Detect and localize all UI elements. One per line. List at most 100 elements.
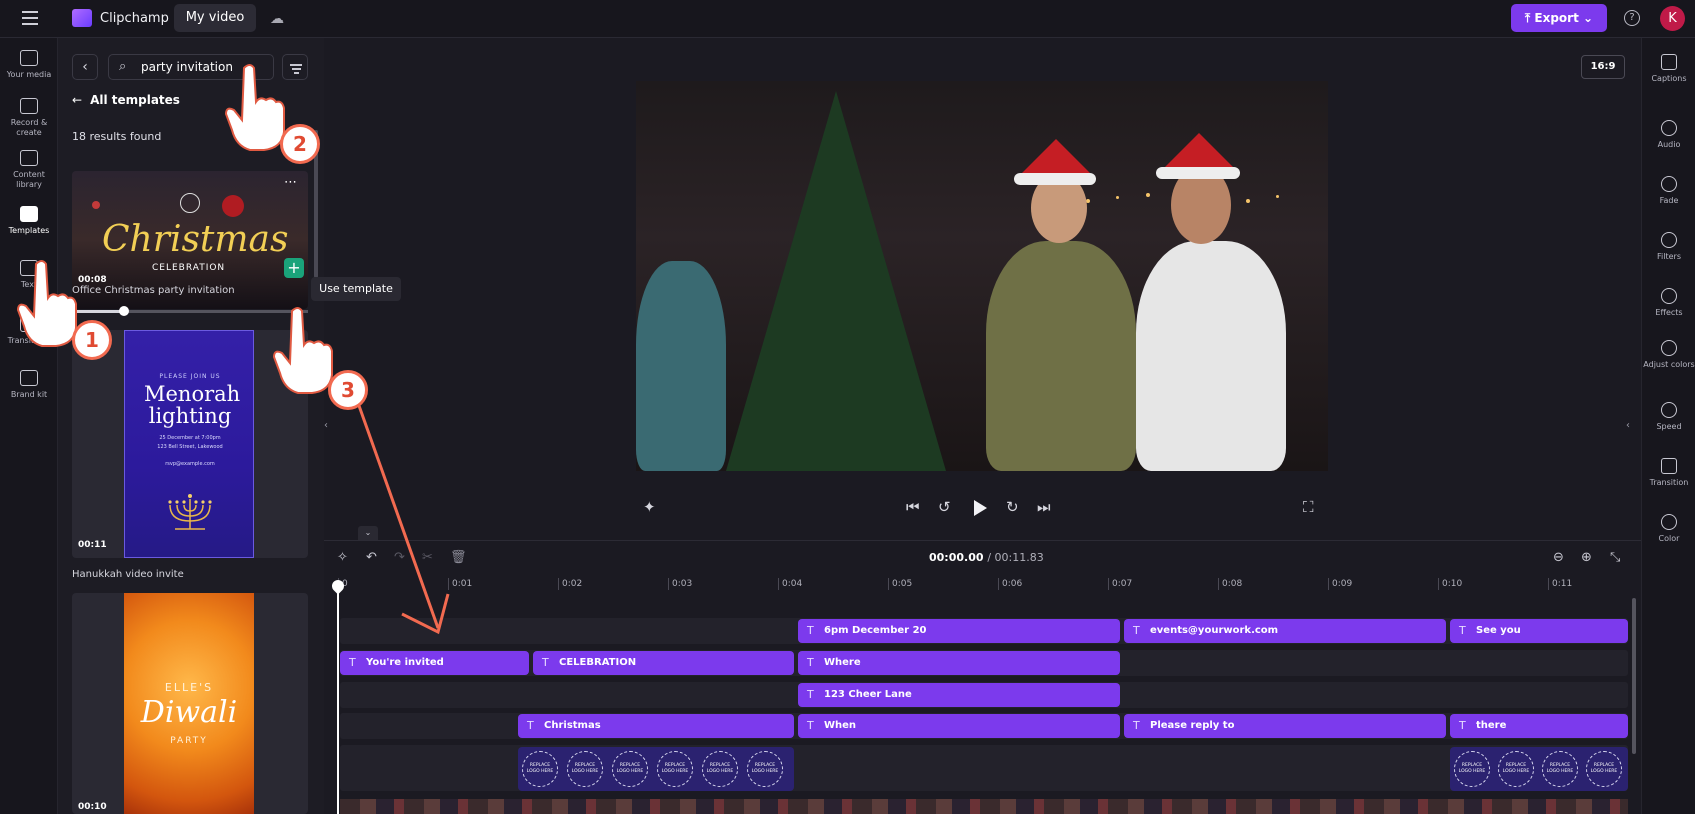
left-sidebar: Your media Record & create Content libra… — [0, 38, 58, 814]
play-icon[interactable] — [974, 500, 987, 516]
text-icon: T — [807, 656, 814, 669]
skip-back-icon[interactable]: ⏮ — [906, 498, 920, 516]
text-clip[interactable]: T 123 Cheer Lane — [798, 683, 1120, 707]
logo-overlay-clip[interactable]: REPLACE LOGO HERE REPLACE LOGO HERE REPL… — [1450, 747, 1628, 791]
templates-icon — [20, 206, 38, 222]
cloud-sync-icon[interactable]: ☁ — [270, 11, 284, 27]
panel-item-adjust-colors[interactable]: Adjust colors — [1642, 340, 1695, 370]
template-card-label[interactable]: Office Christmas party invitation — [72, 285, 235, 296]
text-clip[interactable]: T Please reply to — [1124, 714, 1446, 738]
help-icon[interactable]: ? — [1624, 10, 1640, 26]
fit-timeline-icon[interactable]: ⤡ — [1610, 550, 1620, 565]
avatar[interactable]: K — [1660, 6, 1685, 31]
text-clip[interactable]: Tthere — [1450, 714, 1628, 738]
all-templates-label: All templates — [90, 93, 180, 107]
sidebar-item-brand-kit[interactable]: Brand kit — [0, 370, 58, 400]
logo-overlay-clip[interactable]: REPLACE LOGO HERE REPLACE LOGO HERE REPL… — [518, 747, 794, 791]
menu-icon[interactable] — [22, 11, 38, 25]
panel-item-color[interactable]: Color — [1642, 514, 1695, 544]
ruler-tick: 0:04 — [778, 578, 802, 590]
text-clip[interactable]: T When — [798, 714, 1120, 738]
panel-label: Adjust colors — [1643, 360, 1695, 369]
zoom-in-icon[interactable]: ⊕ — [1581, 550, 1592, 565]
forward-5s-icon[interactable]: ↻ — [1006, 498, 1019, 516]
text-icon: T — [1133, 719, 1140, 732]
collapse-right-panel-icon[interactable]: ‹ — [1626, 420, 1630, 431]
logo-placeholder: REPLACE LOGO HERE — [1454, 751, 1490, 787]
template-art-line: 25 December at 7:00pm — [159, 435, 221, 441]
filters-icon — [1661, 232, 1677, 248]
template-art-kicker: ELLE'S — [164, 681, 214, 694]
logo-placeholder: REPLACE LOGO HERE — [1542, 751, 1578, 787]
more-options-icon[interactable]: ⋯ — [284, 175, 297, 190]
fullscreen-icon[interactable]: ⛶ — [1303, 498, 1314, 516]
back-button[interactable]: ‹ — [72, 54, 98, 80]
video-preview — [636, 81, 1328, 471]
zoom-out-icon[interactable]: ⊖ — [1553, 550, 1564, 565]
panel-item-transition[interactable]: Transition — [1642, 458, 1695, 488]
export-button[interactable]: ⤒ Export ⌄ — [1511, 4, 1607, 32]
sidebar-item-templates[interactable]: Templates — [0, 206, 58, 236]
template-art-title: Diwali — [140, 695, 238, 730]
panel-item-audio[interactable]: Audio — [1642, 120, 1695, 150]
all-templates-link[interactable]: ← All templates — [72, 93, 180, 107]
aspect-ratio-button[interactable]: 16:9 — [1581, 55, 1625, 79]
ruler-tick: 0:09 — [1328, 578, 1352, 590]
ruler-tick: 0:08 — [1218, 578, 1242, 590]
timeline-scrollbar[interactable] — [1632, 598, 1636, 754]
panel-item-captions[interactable]: Captions — [1642, 54, 1695, 84]
sidebar-item-record-create[interactable]: Record & create — [0, 98, 58, 138]
collapse-timeline-icon[interactable]: ⌄ — [358, 526, 378, 540]
sidebar-label: Brand kit — [10, 390, 48, 399]
rewind-5s-icon[interactable]: ↺ — [938, 498, 951, 516]
text-clip[interactable]: Tevents@yourwork.com — [1124, 619, 1446, 643]
panel-label: Color — [1658, 534, 1680, 543]
panel-label: Transition — [1649, 478, 1689, 487]
panel-item-effects[interactable]: Effects — [1642, 288, 1695, 318]
search-icon: ⌕ — [119, 59, 127, 74]
panel-item-filters[interactable]: Filters — [1642, 232, 1695, 262]
step-callout: 2 — [280, 124, 320, 164]
panel-item-fade[interactable]: Fade — [1642, 176, 1695, 206]
ruler-tick: 0:10 — [1438, 578, 1462, 590]
text-clip[interactable]: T 6pm December 20 — [798, 619, 1120, 643]
sidebar-item-your-media[interactable]: Your media — [0, 50, 58, 80]
panel-label: Fade — [1659, 196, 1679, 205]
panel-label: Effects — [1655, 308, 1683, 317]
template-art-subtitle: PARTY — [170, 736, 208, 746]
timeline-ruler[interactable]: 0 0:01 0:02 0:03 0:04 0:05 0:06 0:07 0:0… — [338, 578, 1628, 596]
template-art-title: Menorah lighting — [144, 382, 241, 428]
magic-tools-icon[interactable]: ✧ — [337, 550, 348, 565]
clip-label: See you — [1476, 625, 1521, 636]
ruler-tick: 0:06 — [998, 578, 1022, 590]
logo-placeholder: REPLACE LOGO HERE — [522, 751, 558, 787]
template-thumbnail: ELLE'S Diwali PARTY — [124, 593, 254, 814]
text-clip[interactable]: T Christmas — [518, 714, 794, 738]
text-icon: T — [807, 624, 814, 637]
ruler-tick: 0:03 — [668, 578, 692, 590]
step-callout: 1 — [72, 320, 112, 360]
video-clip[interactable] — [340, 799, 1628, 814]
playhead[interactable] — [329, 577, 347, 814]
panel-item-speed[interactable]: Speed — [1642, 402, 1695, 432]
text-clip[interactable]: T Where — [798, 651, 1120, 675]
collapse-left-panel-icon[interactable]: ‹ — [324, 420, 328, 431]
add-template-button[interactable]: + — [284, 258, 304, 278]
sidebar-item-content-library[interactable]: Content library — [0, 150, 58, 190]
skip-forward-icon[interactable]: ⏭ — [1037, 498, 1051, 516]
template-art-title: Christmas — [102, 219, 289, 260]
template-thumbnail: PLEASE JOIN US Menorah lighting 25 Decem… — [124, 330, 254, 558]
text-clip[interactable]: T CELEBRATION — [533, 651, 794, 675]
ruler-tick: 0:01 — [448, 578, 472, 590]
sidebar-label: Your media — [6, 70, 52, 79]
brand-kit-icon — [20, 370, 38, 386]
project-title[interactable]: My video — [174, 4, 256, 32]
text-clip[interactable]: T See you — [1450, 619, 1628, 643]
text-clip[interactable]: T You're invited — [340, 651, 529, 675]
magic-edit-icon[interactable]: ✦ — [643, 498, 656, 516]
template-card-diwali[interactable]: ELLE'S Diwali PARTY 00:10 — [72, 593, 308, 814]
delete-icon[interactable]: 🗑 — [450, 550, 467, 565]
template-card-label[interactable]: Hanukkah video invite — [72, 569, 184, 580]
undo-icon[interactable]: ↶ — [366, 550, 377, 565]
redo-icon: ↷ — [394, 550, 405, 565]
